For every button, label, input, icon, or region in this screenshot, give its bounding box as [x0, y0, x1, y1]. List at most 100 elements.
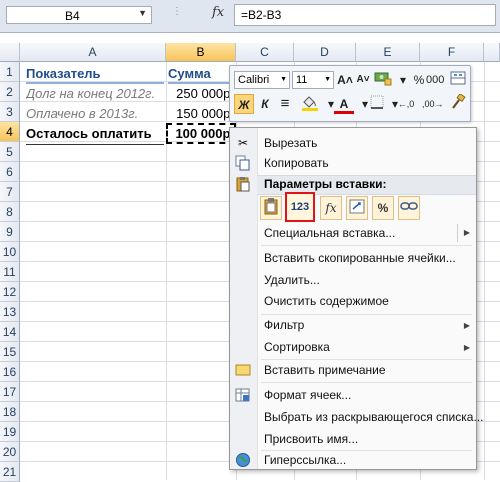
- submenu-arrow-icon: ▶: [463, 343, 470, 352]
- row-header[interactable]: 8: [0, 202, 20, 222]
- cell-b3[interactable]: 150 000р.: [166, 104, 234, 124]
- thousands-separator-button[interactable]: 000: [426, 70, 444, 90]
- row-header[interactable]: 5: [0, 142, 20, 162]
- row-header[interactable]: 7: [0, 182, 20, 202]
- cell-b4[interactable]: 100 000р.: [166, 124, 234, 144]
- cell-a3[interactable]: Оплачено в 2013г.: [26, 104, 164, 124]
- insert-function-icon[interactable]: fx: [212, 5, 224, 20]
- chevron-down-icon: ▼: [280, 76, 287, 83]
- menu-item-pick-list[interactable]: Выбрать из раскрывающегося списка...: [264, 409, 483, 425]
- format-painter-button[interactable]: [449, 93, 467, 114]
- menu-item-cut[interactable]: Вырезать: [264, 135, 317, 151]
- scissors-icon: ✂: [237, 136, 249, 150]
- format-cells-icon-svg: [235, 388, 250, 402]
- menu-item-special-paste[interactable]: Специальная вставка...: [264, 225, 395, 241]
- menu-item-assign-name[interactable]: Присвоить имя...: [264, 431, 358, 447]
- menu-item-filter[interactable]: Фильтр: [264, 317, 304, 333]
- row-header[interactable]: 16: [0, 362, 20, 382]
- increase-decimal-button[interactable]: ←,0: [397, 94, 415, 114]
- row-header[interactable]: 21: [0, 462, 20, 482]
- font-color-button[interactable]: A: [334, 94, 354, 114]
- money-icon: [374, 72, 392, 86]
- column-header-c[interactable]: C: [236, 43, 294, 62]
- row-header[interactable]: 17: [0, 382, 20, 402]
- insert-note-icon: [235, 362, 251, 378]
- row-header[interactable]: 2: [0, 82, 20, 102]
- paint-bucket-icon: [302, 96, 318, 111]
- resize-handle[interactable]: ⋮: [172, 6, 183, 17]
- cell-a2[interactable]: Долг на конец 2012г.: [26, 84, 164, 104]
- column-header-d[interactable]: D: [294, 43, 356, 62]
- column-header-f[interactable]: F: [420, 43, 484, 62]
- menu-item-delete[interactable]: Удалить...: [264, 272, 320, 288]
- paste-formulas-button[interactable]: fx: [320, 196, 342, 220]
- menu-item-copy[interactable]: Копировать: [264, 155, 329, 171]
- row-header[interactable]: 9: [0, 222, 20, 242]
- name-box[interactable]: B4 ▼: [6, 6, 152, 24]
- menu-item-hyperlink[interactable]: Гиперссылка...: [264, 452, 346, 468]
- borders-button[interactable]: [368, 94, 386, 114]
- menu-item-insert-note[interactable]: Вставить примечание: [264, 362, 386, 378]
- chevron-down-icon: ▼: [324, 76, 331, 83]
- paste-values-button[interactable]: 123: [285, 192, 315, 222]
- bold-button[interactable]: Ж: [234, 94, 254, 114]
- merge-icon: [450, 71, 466, 85]
- italic-button[interactable]: К: [256, 94, 274, 114]
- decrease-decimal-button[interactable]: ,00→: [422, 94, 444, 114]
- clipboard-icon-svg: [236, 177, 250, 192]
- copy-icon-svg: [235, 155, 250, 171]
- formula-bar: B4 ▼ ⋮ fx =B2-B3: [0, 0, 500, 33]
- font-name-value: Calibri: [238, 74, 270, 86]
- paste-button[interactable]: [260, 196, 282, 220]
- row-header[interactable]: 19: [0, 422, 20, 442]
- row-header[interactable]: 13: [0, 302, 20, 322]
- borders-icon: [370, 95, 384, 109]
- transpose-icon: [349, 199, 365, 214]
- cell-a1[interactable]: Показатель: [26, 64, 164, 84]
- row-header[interactable]: 20: [0, 442, 20, 462]
- row-header[interactable]: 6: [0, 162, 20, 182]
- fill-color-button[interactable]: [298, 94, 322, 114]
- select-all-corner[interactable]: [0, 43, 20, 62]
- grow-font-button[interactable]: A˄: [336, 70, 354, 90]
- row-header[interactable]: 14: [0, 322, 20, 342]
- submenu-arrow-icon: ▶: [463, 228, 470, 237]
- row-header[interactable]: 15: [0, 342, 20, 362]
- paste-transpose-button[interactable]: [346, 196, 368, 220]
- align-center-button[interactable]: ≡: [276, 94, 294, 114]
- row-header[interactable]: 11: [0, 262, 20, 282]
- font-name-select[interactable]: Calibri ▼: [234, 71, 290, 89]
- row-header[interactable]: 12: [0, 282, 20, 302]
- cell-a4[interactable]: Осталось оплатить: [26, 124, 164, 145]
- copy-icon: [235, 155, 251, 171]
- chevron-down-icon[interactable]: ▼: [138, 8, 147, 18]
- menu-item-sort[interactable]: Сортировка: [264, 339, 330, 355]
- menu-item-clear[interactable]: Очистить содержимое: [264, 293, 389, 309]
- column-header-g[interactable]: [484, 43, 500, 62]
- context-menu: ✂ Вырезать Копировать Параметры вставки:…: [229, 127, 483, 470]
- submenu-arrow-icon: ▶: [463, 321, 470, 330]
- paste-formatting-button[interactable]: %: [372, 196, 394, 220]
- globe-icon: [235, 452, 251, 468]
- paste-link-button[interactable]: [398, 196, 420, 220]
- merge-cells-button[interactable]: [449, 70, 467, 90]
- globe-icon-svg: [236, 453, 250, 467]
- menu-item-insert-copied[interactable]: Вставить скопированные ячейки...: [264, 250, 456, 266]
- shrink-font-button[interactable]: A˅: [354, 70, 372, 90]
- menu-item-format-cells[interactable]: Формат ячеек...: [264, 387, 351, 403]
- row-header[interactable]: 1: [0, 62, 20, 82]
- column-header-e[interactable]: E: [356, 43, 420, 62]
- cell-b1[interactable]: Сумма: [168, 64, 234, 84]
- row-header[interactable]: 3: [0, 102, 20, 122]
- row-header[interactable]: 18: [0, 402, 20, 422]
- note-icon: [235, 364, 251, 376]
- column-header-a[interactable]: A: [20, 43, 166, 62]
- formula-input[interactable]: =B2-B3: [234, 4, 496, 26]
- cell-b2[interactable]: 250 000р.: [166, 84, 234, 104]
- formula-text: =B2-B3: [241, 8, 282, 22]
- currency-format-button[interactable]: [373, 70, 393, 90]
- row-header[interactable]: 4: [0, 122, 20, 142]
- row-header[interactable]: 10: [0, 242, 20, 262]
- column-header-b[interactable]: B: [166, 43, 236, 62]
- font-size-select[interactable]: 11 ▼: [292, 71, 334, 89]
